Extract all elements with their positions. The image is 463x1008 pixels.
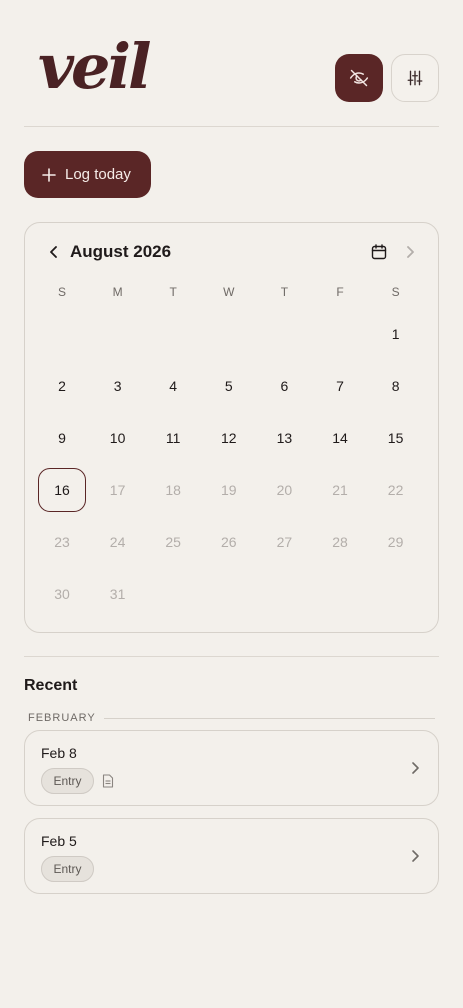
log-today-button[interactable]: Log today <box>24 151 151 198</box>
privacy-toggle-button[interactable] <box>335 54 383 102</box>
calendar-day[interactable]: 3 <box>94 364 142 408</box>
weekday-label: W <box>223 285 235 299</box>
entry-type-badge: Entry <box>41 768 94 794</box>
calendar-day-today[interactable]: 16 <box>38 468 86 512</box>
month-group-header: FEBRUARY <box>28 711 435 725</box>
calendar-day[interactable]: 21 <box>316 468 364 512</box>
chevron-right-icon <box>412 850 419 862</box>
recent-heading: Recent <box>24 677 78 694</box>
entry-date: Feb 5 <box>41 833 77 849</box>
chevron-right-icon <box>412 762 419 774</box>
chevron-left-icon <box>50 246 57 258</box>
calendar-day[interactable]: 24 <box>94 520 142 564</box>
weekday-label: M <box>112 285 123 299</box>
calendar-day[interactable]: 10 <box>94 416 142 460</box>
calendar-day[interactable]: 11 <box>149 416 197 460</box>
calendar-day[interactable]: 1 <box>372 312 420 356</box>
calendar-day[interactable]: 31 <box>94 572 142 616</box>
calendar-day[interactable]: 27 <box>260 520 308 564</box>
entry-type-badge: Entry <box>41 856 94 882</box>
calendar-day[interactable]: 4 <box>149 364 197 408</box>
next-month-button[interactable] <box>399 241 421 263</box>
weekday-label: S <box>391 285 400 299</box>
app-page: veil Log today August 2026 S M T W T F S… <box>0 0 463 1008</box>
calendar-day[interactable]: 2 <box>38 364 86 408</box>
log-today-label: Log today <box>65 166 131 183</box>
previous-month-button[interactable] <box>43 241 65 263</box>
note-icon <box>102 774 114 788</box>
month-group-label: FEBRUARY <box>28 712 96 724</box>
calendar-day[interactable]: 12 <box>205 416 253 460</box>
calendar-day[interactable]: 22 <box>372 468 420 512</box>
weekday-label: T <box>280 285 289 299</box>
calendar-day[interactable]: 9 <box>38 416 86 460</box>
calendar-day[interactable]: 15 <box>372 416 420 460</box>
calendar-icon <box>371 244 387 260</box>
calendar-day[interactable]: 18 <box>149 468 197 512</box>
entry-card[interactable]: Feb 8 Entry <box>24 730 439 806</box>
calendar-day[interactable]: 8 <box>372 364 420 408</box>
calendar-day[interactable]: 6 <box>260 364 308 408</box>
weekday-label: S <box>57 285 66 299</box>
section-divider <box>24 656 439 657</box>
plus-icon <box>42 167 56 182</box>
calendar-day[interactable]: 29 <box>372 520 420 564</box>
month-group-line <box>103 717 435 719</box>
header-divider <box>24 126 439 127</box>
calendar-day[interactable]: 5 <box>205 364 253 408</box>
calendar-day[interactable]: 26 <box>205 520 253 564</box>
calendar-day[interactable]: 17 <box>94 468 142 512</box>
entry-date: Feb 8 <box>41 745 77 761</box>
header: veil <box>0 0 463 127</box>
calendar-day[interactable]: 23 <box>38 520 86 564</box>
calendar-card: August 2026 S M T W T F S 1 2 3 4 5 6 7 8 9 10 11 12 13 14 15… <box>24 222 439 633</box>
calendar-day[interactable]: 7 <box>316 364 364 408</box>
calendar-day[interactable]: 25 <box>149 520 197 564</box>
eye-off-icon <box>349 69 369 87</box>
app-logo: veil <box>38 30 152 103</box>
calendar-day[interactable]: 19 <box>205 468 253 512</box>
calendar-day[interactable]: 14 <box>316 416 364 460</box>
calendar-day[interactable]: 13 <box>260 416 308 460</box>
calendar-day[interactable]: 20 <box>260 468 308 512</box>
weekday-label: F <box>336 285 344 299</box>
calendar-day[interactable]: 30 <box>38 572 86 616</box>
calendar-month-title: August 2026 <box>70 242 172 261</box>
entry-card[interactable]: Feb 5 Entry <box>24 818 439 894</box>
chevron-right-icon <box>407 246 414 258</box>
settings-button[interactable] <box>391 54 439 102</box>
weekday-label: T <box>169 285 177 299</box>
month-picker-button[interactable] <box>368 241 390 263</box>
calendar-day[interactable]: 28 <box>316 520 364 564</box>
sliders-icon <box>407 70 423 86</box>
